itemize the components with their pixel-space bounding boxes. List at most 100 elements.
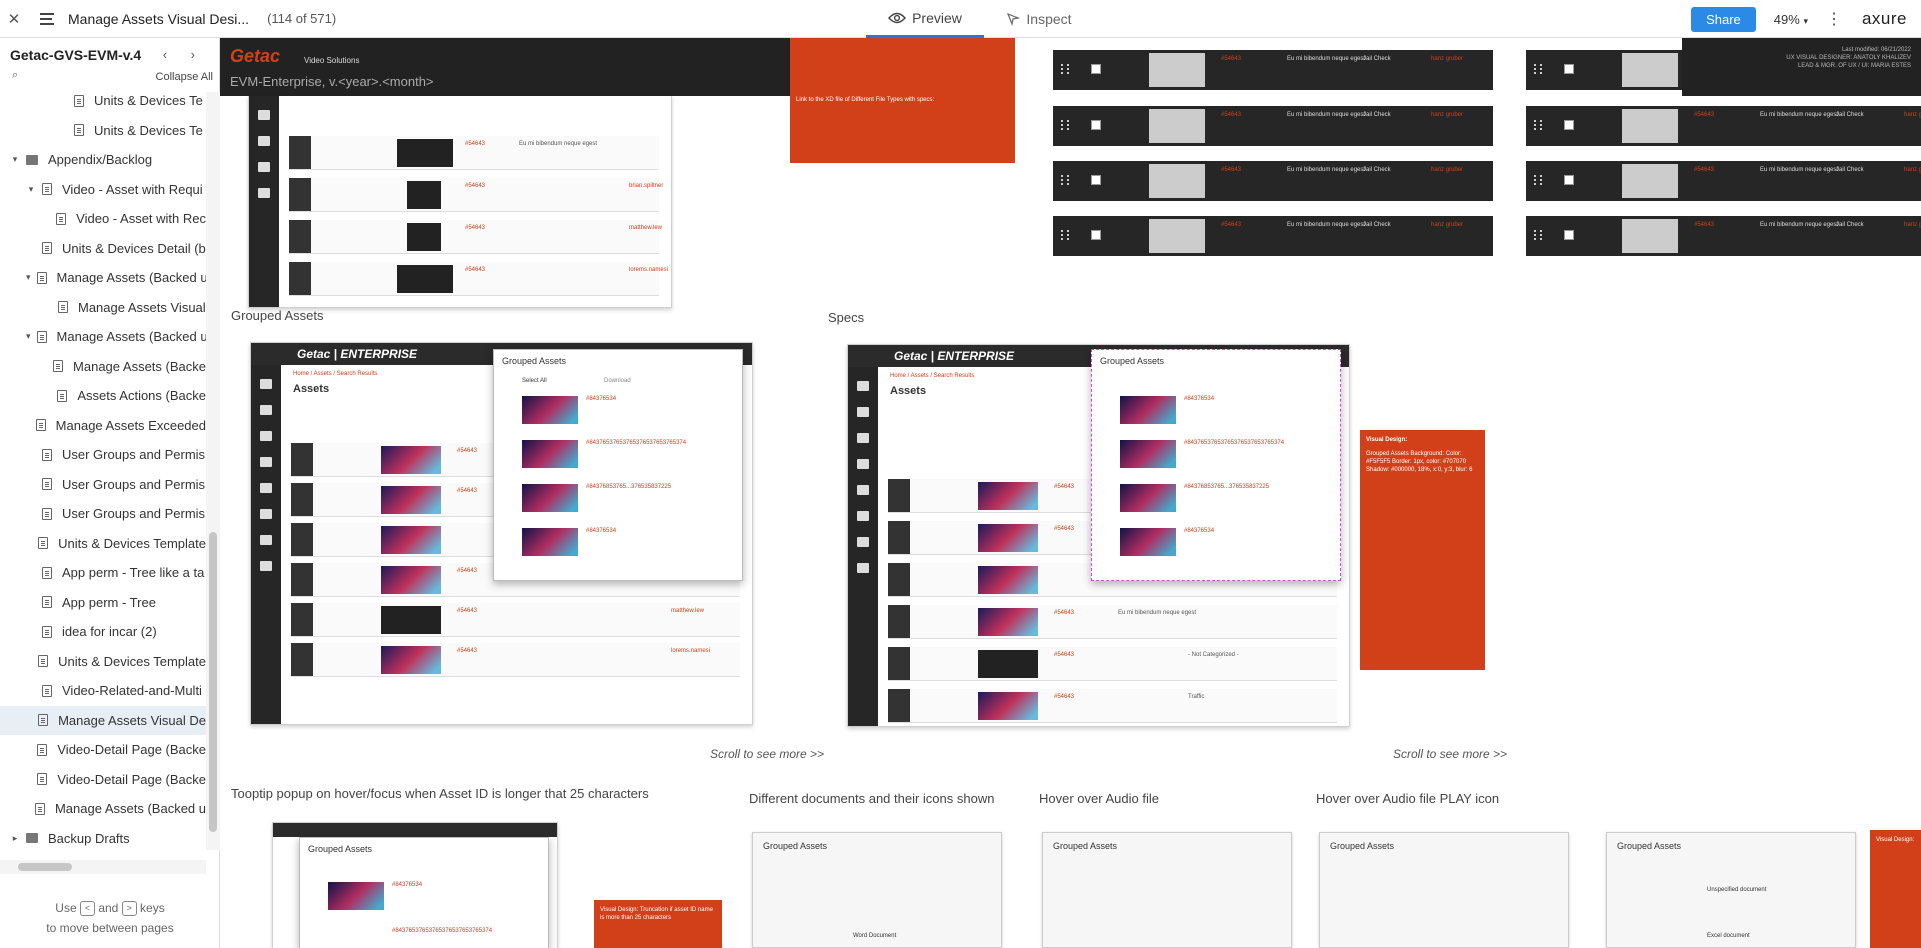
- tree-item-label: Manage Assets Exceeded: [55, 417, 206, 433]
- tree-item[interactable]: Assets Actions (Backe: [0, 381, 206, 411]
- tree-item[interactable]: ▸ Backup Drafts: [0, 824, 206, 852]
- drag-handle-icon[interactable]: [1534, 230, 1542, 240]
- tree-item[interactable]: Units & Devices Template: [0, 647, 206, 677]
- asset-user[interactable]: hanz gruber: [1431, 112, 1463, 118]
- row-checkbox[interactable]: [1564, 120, 1574, 130]
- tree-item[interactable]: Video-Detail Page (Backe: [0, 765, 206, 795]
- popup-select-all[interactable]: Select All: [522, 378, 547, 384]
- tree-item[interactable]: Video - Asset with Rec: [0, 204, 206, 234]
- drag-handle-icon[interactable]: [1061, 230, 1069, 240]
- asset-user[interactable]: hanz gruber: [1431, 222, 1463, 228]
- left-key-icon: <: [79, 901, 95, 917]
- scrollbar-thumb[interactable]: [209, 532, 217, 832]
- tree-item[interactable]: ▾ Appendix/Backlog: [0, 145, 206, 175]
- tree-item[interactable]: User Groups and Permis: [0, 499, 206, 529]
- close-icon[interactable]: ✕: [0, 10, 28, 28]
- row-checkbox[interactable]: [1564, 64, 1574, 74]
- grouped-assets-mock: Getac | ENTERPRISE Home / Assets / Searc…: [250, 342, 753, 725]
- tree-item[interactable]: Units & Devices Te: [0, 86, 206, 116]
- collapse-all-button[interactable]: Collapse All: [156, 71, 213, 83]
- tree-item[interactable]: App perm - Tree like a ta: [0, 558, 206, 588]
- tree-item[interactable]: idea for incar (2): [0, 617, 206, 647]
- tree-item[interactable]: Video-Detail Page (Backe: [0, 735, 206, 765]
- drag-handle-icon[interactable]: [1061, 175, 1069, 185]
- drag-handle-icon[interactable]: [1061, 64, 1069, 74]
- drag-handle-icon[interactable]: [1061, 120, 1069, 130]
- tree-item[interactable]: Manage Assets Visual: [0, 293, 206, 323]
- expand-toggle-icon[interactable]: ▾: [10, 154, 20, 165]
- sidebar-horizontal-scrollbar[interactable]: [0, 860, 206, 874]
- popup-download[interactable]: Download: [604, 378, 631, 384]
- asset-user[interactable]: hanz gruber: [1431, 56, 1463, 62]
- expand-toggle-icon[interactable]: ▸: [10, 833, 20, 844]
- asset-id[interactable]: #54643: [1221, 167, 1241, 173]
- row-checkbox[interactable]: [1091, 64, 1101, 74]
- share-button[interactable]: Share: [1691, 6, 1756, 32]
- page-list-menu-icon[interactable]: [40, 12, 62, 25]
- row-checkbox[interactable]: [1564, 175, 1574, 185]
- tree-item[interactable]: Manage Assets (Backe: [0, 352, 206, 382]
- page-nav-arrows[interactable]: ‹ ›: [163, 47, 205, 62]
- asset-id[interactable]: #54643: [1694, 167, 1714, 173]
- hint-and: and: [98, 901, 119, 915]
- asset-id[interactable]: #54643: [1221, 56, 1241, 62]
- more-options-icon[interactable]: ⋮: [1826, 9, 1842, 29]
- tree-item[interactable]: Units & Devices Template: [0, 529, 206, 559]
- drag-handle-icon[interactable]: [1534, 64, 1542, 74]
- expand-toggle-icon[interactable]: ▾: [26, 272, 31, 283]
- row-checkbox[interactable]: [1091, 175, 1101, 185]
- asset-id: #54643: [457, 568, 478, 574]
- axure-logo: axure: [1861, 9, 1907, 28]
- page-icon: [57, 389, 68, 402]
- asset-id[interactable]: #54643: [1221, 222, 1241, 228]
- asset-user[interactable]: hanz gruber: [1904, 222, 1921, 228]
- tab-preview-label: Preview: [912, 9, 962, 26]
- expand-toggle-icon[interactable]: ▾: [26, 184, 36, 195]
- asset-id[interactable]: #54643: [1221, 112, 1241, 118]
- drag-handle-icon[interactable]: [1534, 120, 1542, 130]
- tree-item-label: Units & Devices Detail (b: [62, 240, 206, 256]
- asset-id: #54643: [1054, 484, 1075, 490]
- tree-item[interactable]: Units & Devices Detail (b: [0, 234, 206, 264]
- tree-item[interactable]: Units & Devices Te: [0, 116, 206, 146]
- popup-thumbnail: [1120, 396, 1176, 424]
- page-icon: [42, 448, 52, 461]
- tree-item[interactable]: Manage Assets Visual De: [0, 705, 206, 735]
- asset-id[interactable]: #54643: [1694, 222, 1714, 228]
- popup-thumbnail: [1120, 484, 1176, 512]
- popup-id: #84376853765...376535837225: [1184, 484, 1270, 490]
- grouped-assets-popup[interactable]: Grouped Assets Select All Download #8437…: [493, 349, 743, 581]
- asset-user[interactable]: hanz gruber: [1431, 167, 1463, 173]
- scroll-hint: Scroll to see more >>: [710, 747, 825, 761]
- expand-toggle-icon[interactable]: ▾: [26, 331, 31, 342]
- tree-item[interactable]: ▾ Manage Assets (Backed u: [0, 322, 206, 352]
- tree-item[interactable]: User Groups and Permis: [0, 470, 206, 500]
- tree-item[interactable]: User Groups and Permis: [0, 440, 206, 470]
- row-checkbox[interactable]: [1091, 120, 1101, 130]
- asset-user[interactable]: hanz gruber: [1904, 112, 1921, 118]
- tree-item[interactable]: ▾ Video - Asset with Requi: [0, 175, 206, 205]
- tree-item[interactable]: App perm - Tree: [0, 588, 206, 618]
- page-canvas[interactable]: Getac Video Solutions EVM-Enterprise, v.…: [220, 38, 1921, 948]
- tab-inspect[interactable]: Inspect: [984, 0, 1094, 38]
- tree-item[interactable]: ▾ Manage Assets (Backed u: [0, 263, 206, 293]
- search-icon[interactable]: ⌕: [12, 69, 18, 82]
- asset-id: #54643: [465, 267, 486, 273]
- asset-id: #54643: [457, 488, 478, 494]
- tree-item-label: Video - Asset with Requi: [62, 181, 203, 197]
- asset-id[interactable]: #54643: [1694, 112, 1714, 118]
- row-checkbox[interactable]: [1564, 230, 1574, 240]
- tree-item-label: Manage Assets (Backe: [73, 358, 206, 374]
- tree-item[interactable]: Manage Assets Exceeded: [0, 411, 206, 441]
- scrollbar-thumb[interactable]: [18, 863, 72, 871]
- drag-handle-icon[interactable]: [1534, 175, 1542, 185]
- row-checkbox[interactable]: [1091, 230, 1101, 240]
- specs-popup[interactable]: Grouped Assets #84376534 #84376537653765…: [1091, 349, 1341, 581]
- tab-preview[interactable]: Preview: [866, 0, 984, 38]
- zoom-dropdown[interactable]: 49% ▾: [1774, 12, 1808, 27]
- asset-user[interactable]: hanz gruber: [1904, 167, 1921, 173]
- note-body: Grouped Assets Background: Color: #F5F5F…: [1366, 451, 1473, 473]
- sidebar-vertical-scrollbar[interactable]: [206, 92, 220, 850]
- tree-item[interactable]: Manage Assets (Backed u: [0, 794, 206, 824]
- tree-item[interactable]: Video-Related-and-Multi: [0, 676, 206, 706]
